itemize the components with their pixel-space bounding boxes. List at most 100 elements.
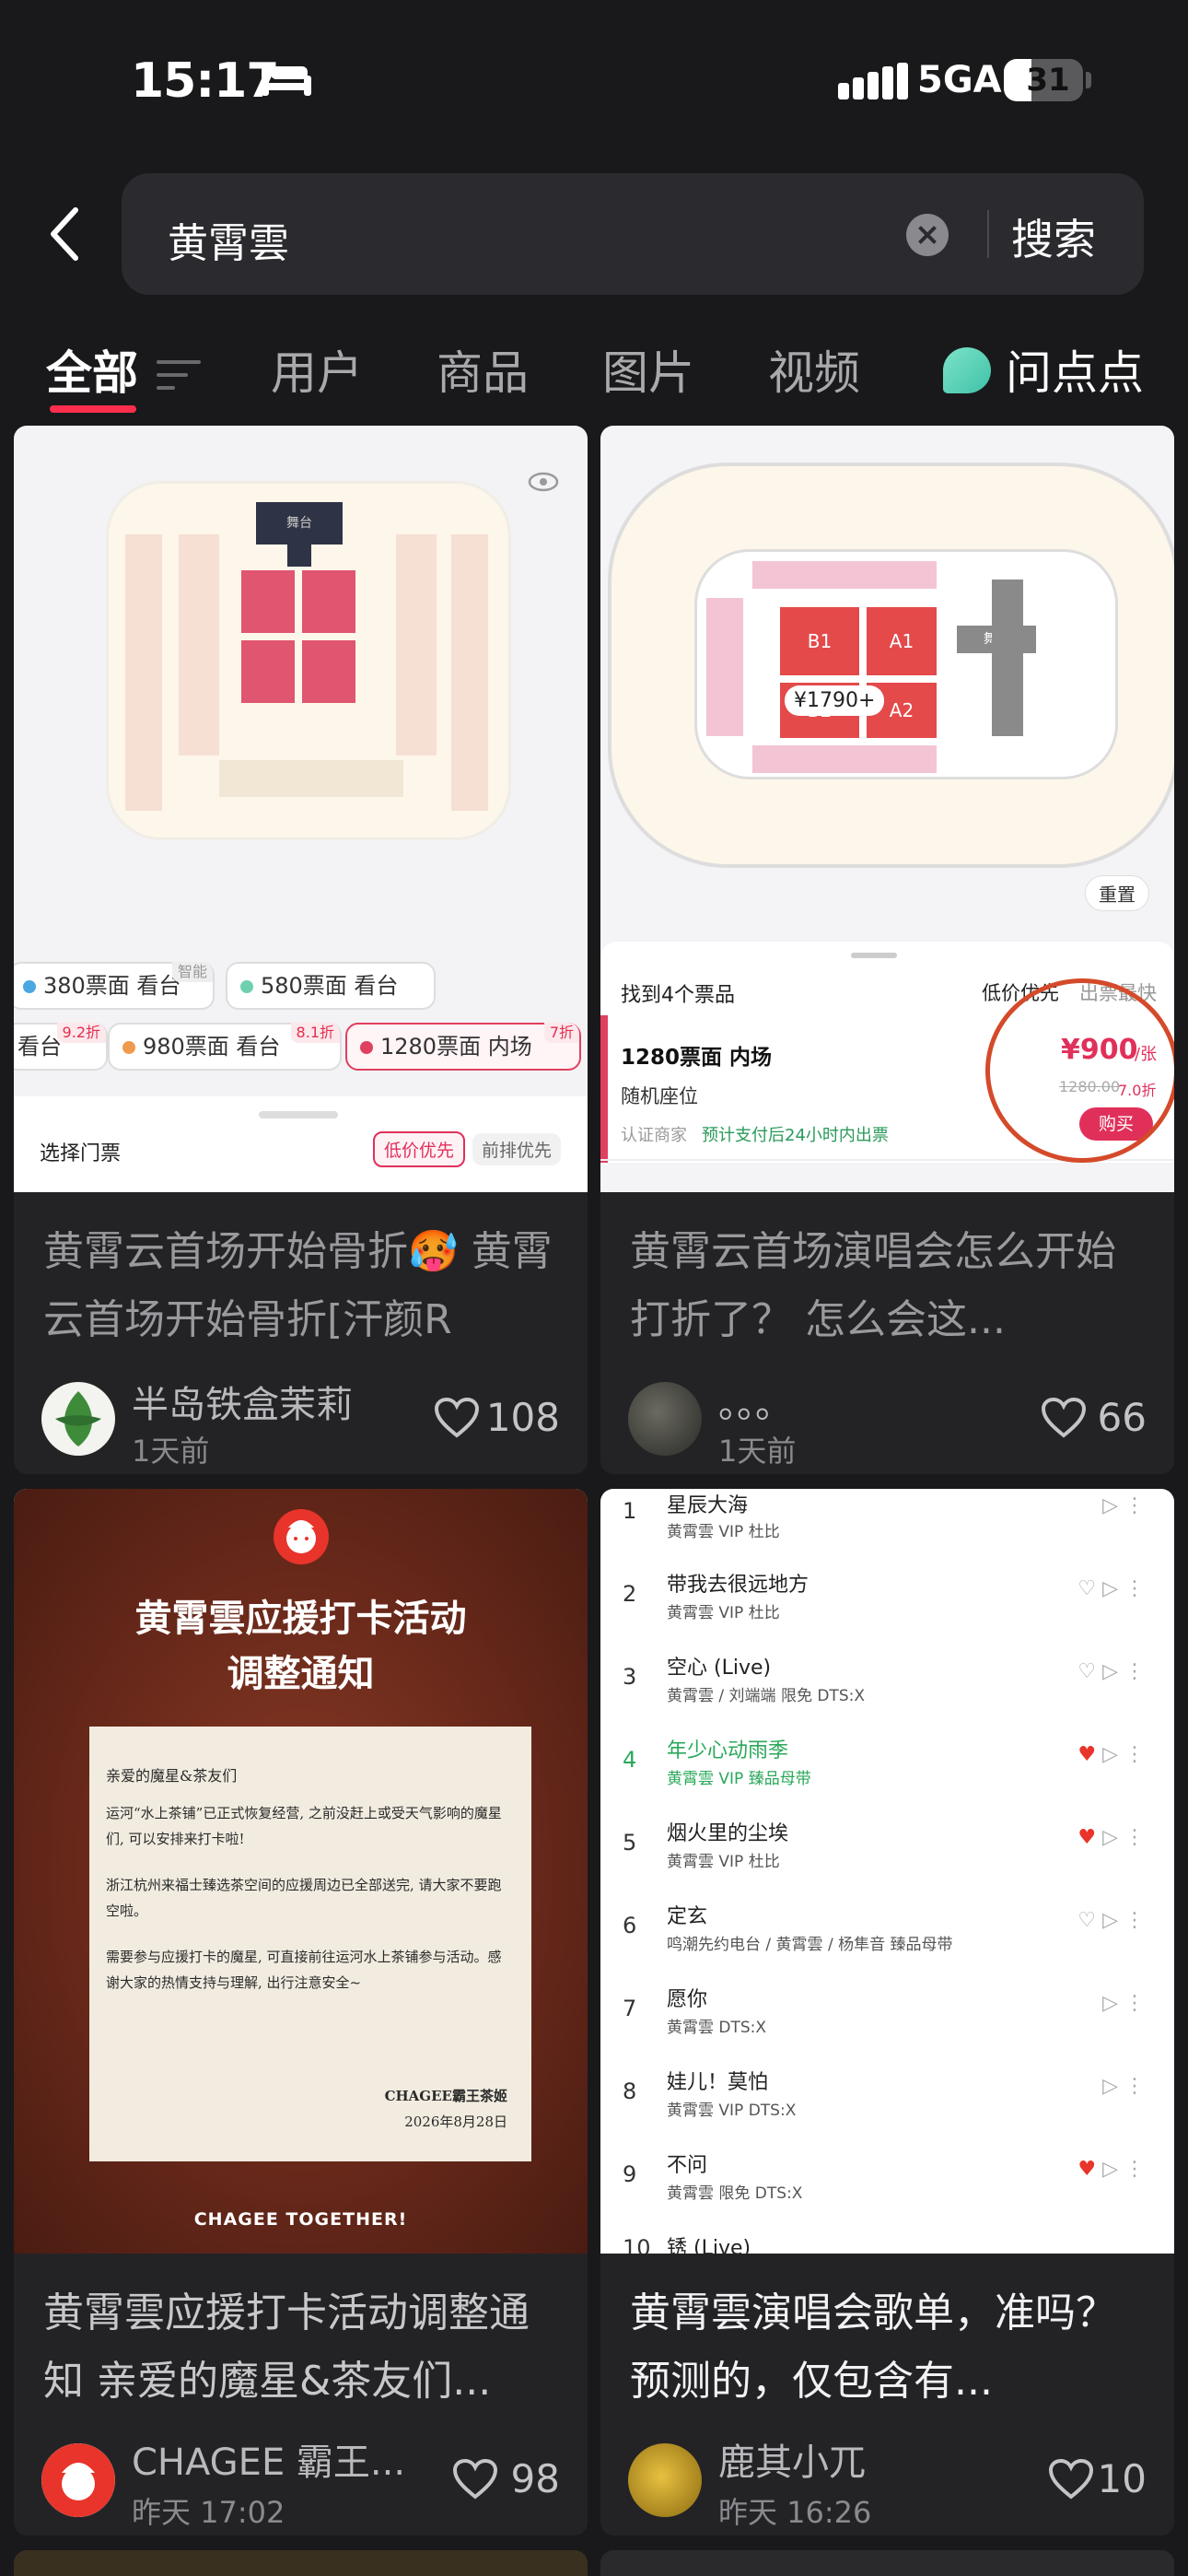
zone-a1: A1 [867,607,937,675]
result-card[interactable]: 舞台 380票面 看台 智能 580票面 看台 看台 9.2折 980票面 看台 8.… [14,426,588,1474]
stage-runway [992,580,1023,736]
seat-map: 舞台 [106,481,511,840]
song-number: 6 [623,1913,637,1938]
song-title: 愿你 [667,1988,708,2011]
search-input[interactable]: 黄霄雲 [168,210,289,269]
next-card-peek[interactable] [14,2550,588,2576]
price-chip[interactable]: 380票面 看台 智能 [14,962,215,1010]
result-tabs: 全部 用户 商品 图片 视频 问点点 [0,336,1188,413]
heart-icon[interactable] [1048,2458,1094,2500]
song-number: 7 [623,1996,637,2021]
song-actions[interactable]: ♡ ▷ ⋮ [1077,1909,1145,1932]
author-name[interactable]: CHAGEE 霸王... [132,2432,436,2486]
poster-footer: CHAGEE TOGETHER! [193,2209,408,2230]
tab-ask[interactable]: 问点点 [1006,336,1144,403]
price-chip-selected[interactable]: 1280票面 内场 7折 [345,1023,581,1071]
seat-type: 随机座位 [621,1085,698,1107]
network-type: 5GA [917,59,1002,101]
price-chip[interactable]: 看台 9.2折 [14,1023,108,1071]
song-actions[interactable]: ♡ ▷ ⋮ [1077,1577,1145,1600]
sort-front-row[interactable]: 前排优先 [472,1133,562,1165]
runway [287,543,311,567]
tab-products[interactable]: 商品 [437,336,529,403]
avatar[interactable] [41,2443,115,2517]
song-actions[interactable]: ♥ ▷ ⋮ [1077,1743,1145,1766]
post-date: 1天前 [132,1434,210,1469]
next-card-peek[interactable] [600,2550,1174,2576]
tab-users[interactable]: 用户 [271,336,363,403]
card-title[interactable]: 黄霄雲演唱会歌单，准吗？ 预测的，仅包含有... [630,2279,1155,2416]
like-count: 66 [1097,1395,1147,1440]
tab-images[interactable]: 图片 [602,336,694,403]
song-actions[interactable]: ♥ ▷ ⋮ [1077,2158,1145,2181]
floor-zone [302,640,355,703]
signal-icon [838,63,908,100]
floor-zone [241,570,295,633]
card-cover-image[interactable]: B1 A1 B2 A2 舞台 ¥1790+ 重置 找到4个票品 低价优先 出票最… [600,426,1174,1192]
back-arrow-icon[interactable] [41,205,92,263]
card-cover-image[interactable]: 舞台 380票面 看台 智能 580票面 看台 看台 9.2折 980票面 看台 8.… [14,426,588,1192]
song-actions[interactable]: ▷ ⋮ [1102,1992,1145,2015]
author-name[interactable]: 。。。 [718,1375,1013,1428]
card-title[interactable]: 黄霄云首场演唱会怎么开始打折了？ 怎么会这... [630,1218,1155,1354]
song-actions[interactable]: ♡ ▷ ⋮ [1077,1660,1145,1683]
song-number: 10 [623,2235,651,2254]
post-date: 昨天 16:26 [718,2495,872,2530]
card-cover-image[interactable]: 1 星辰大海 黄霄雲 VIP 杜比 ▷ ⋮ 2 带我去很远地方 黄霄雲 VIP … [600,1489,1174,2254]
card-title[interactable]: 黄霄云首场开始骨折🥵 黄霄云首场开始骨折[汗颜R [43,1218,568,1354]
stage-block: 舞台 [256,502,343,544]
song-actions[interactable]: ♥ ▷ ⋮ [1077,1826,1145,1849]
song-number: 9 [623,2161,637,2187]
clear-icon[interactable] [906,214,949,256]
result-card[interactable]: B1 A1 B2 A2 舞台 ¥1790+ 重置 找到4个票品 低价优先 出票最… [600,426,1174,1474]
status-time: 15:17 [131,53,280,109]
search-divider [987,210,989,258]
search-bar[interactable]: 黄霄雲 搜索 [122,173,1144,295]
like-count: 98 [510,2456,560,2501]
filter-icon[interactable] [157,357,201,393]
song-title-playing: 年少心动雨季 [667,1739,789,1762]
search-button[interactable]: 搜索 [1011,206,1096,267]
sheet-handle [851,953,897,958]
author-name[interactable]: 半岛铁盒茉莉 [132,1375,426,1428]
card-title[interactable]: 黄霄雲应援打卡活动调整通知 亲爱的魔星&茶友们... [43,2279,568,2416]
heart-icon[interactable] [1041,1397,1087,1439]
side-zone [706,598,743,736]
zone-price-label: ¥1790+ [785,685,885,716]
song-artist: 黄霄雲 VIP DTS:X [667,2102,797,2120]
status-bar: 15:17 5GA 31 [0,0,1188,161]
song-number: 5 [623,1830,637,1856]
result-card[interactable]: 1 星辰大海 黄霄雲 VIP 杜比 ▷ ⋮ 2 带我去很远地方 黄霄雲 VIP … [600,1489,1174,2535]
heart-icon[interactable] [434,1397,480,1439]
poster-heading-2: 调整通知 [227,1652,375,1695]
avatar[interactable] [628,2443,702,2517]
song-actions[interactable]: ▷ ⋮ [1102,1494,1145,1517]
back-zone [752,745,937,773]
left-stand [125,534,162,811]
tab-videos[interactable]: 视频 [768,336,860,403]
avatar[interactable] [628,1382,702,1456]
reset-button[interactable]: 重置 [1085,875,1149,911]
selected-indicator [600,1015,608,1163]
like-count: 108 [485,1395,560,1440]
right-inner-stand [396,534,437,755]
song-artist: 黄霄雲 VIP 臻品母带 [667,1770,811,1788]
price-chip[interactable]: 580票面 看台 [226,962,436,1010]
song-actions[interactable]: ▷ ⋮ [1102,2075,1145,2098]
song-number: 3 [623,1664,637,1690]
notice-paper: 亲爱的魔星&茶友们 运河“水上茶铺”已正式恢复经营, 之前没赶上或受天气影响的魔… [89,1727,531,2161]
tab-all[interactable]: 全部 [46,336,138,403]
heart-icon[interactable] [452,2458,498,2500]
author-name[interactable]: 鹿其小兀 [718,2432,1013,2486]
eye-icon [528,472,559,492]
price-chip[interactable]: 980票面 看台 8.1折 [108,1023,342,1071]
avatar[interactable] [41,1382,115,1456]
song-number: 4 [623,1747,637,1773]
arena-floor: B1 A1 B2 A2 舞台 [694,549,1118,779]
card-cover-image[interactable]: 黄霄雲应援打卡活动 调整通知 亲爱的魔星&茶友们 运河“水上茶铺”已正式恢复经营… [14,1489,588,2254]
notice-signature: CHAGEE霸王茶姬 [384,2088,507,2104]
battery-icon: 31 [1004,59,1083,101]
ask-ai-icon[interactable] [943,347,991,393]
sort-low-price[interactable]: 低价优先 [373,1131,466,1167]
result-card[interactable]: 黄霄雲应援打卡活动 调整通知 亲爱的魔星&茶友们 运河“水上茶铺”已正式恢复经营… [14,1489,588,2535]
